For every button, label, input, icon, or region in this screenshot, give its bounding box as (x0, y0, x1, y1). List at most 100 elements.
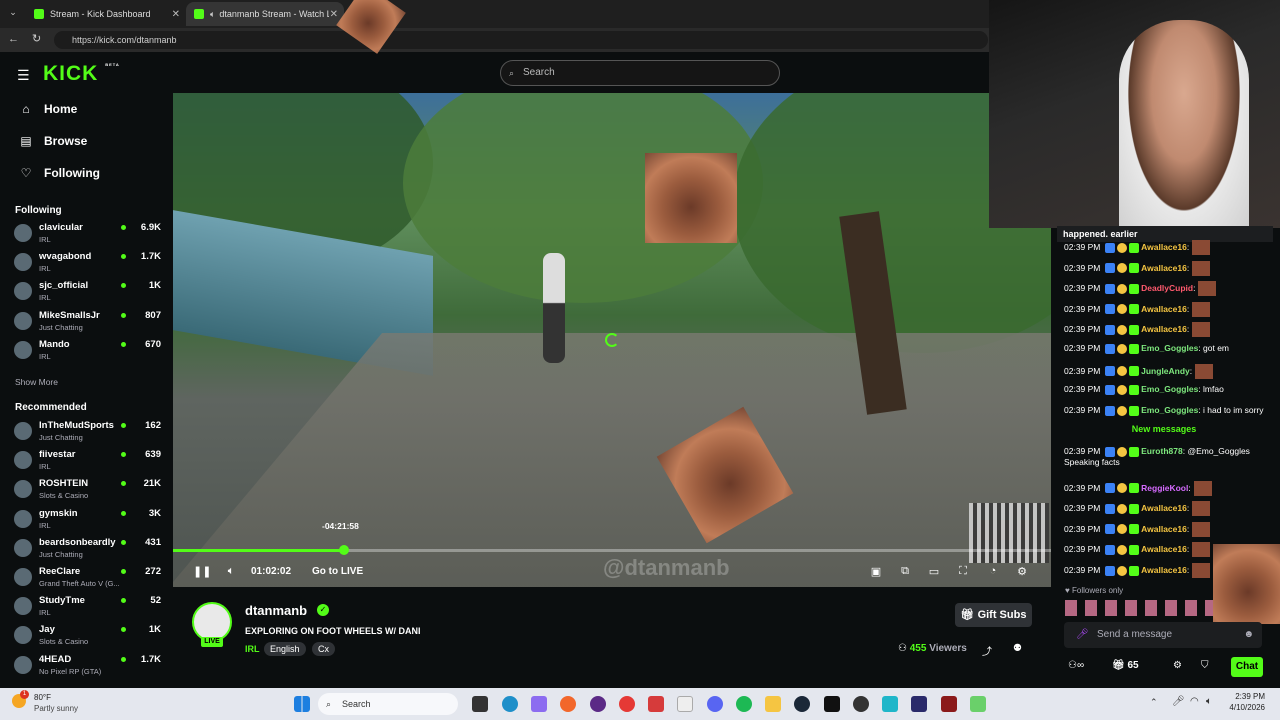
steam-icon[interactable] (794, 696, 810, 712)
clock-date[interactable]: 4/10/2026 (1219, 703, 1265, 712)
progress-bar[interactable] (173, 549, 1051, 552)
chat-message[interactable]: 02:39 PM Awallace16: (1064, 521, 1211, 537)
channel-row[interactable]: ReeClare Grand Theft Auto V (G... 272 (14, 564, 164, 592)
kick-logo[interactable]: KICK BETA (43, 62, 120, 86)
message-username[interactable]: Awallace16 (1141, 304, 1187, 314)
speed-icon[interactable]: ◔ (985, 565, 1001, 579)
show-more-link[interactable]: Show More (15, 377, 58, 387)
message-username[interactable]: Awallace16 (1141, 524, 1187, 534)
channel-name[interactable]: dtanmanb (245, 603, 307, 618)
chat-message[interactable]: 02:39 PM Awallace16: (1064, 542, 1211, 558)
volume-icon[interactable]: 🔈︎ (1206, 696, 1212, 707)
menu-icon[interactable]: ☰ (17, 67, 30, 84)
app-icon[interactable] (590, 696, 606, 712)
fx-icon[interactable] (911, 696, 927, 712)
chat-message[interactable]: 02:39 PM ReggieKool: (1064, 480, 1212, 496)
discord-icon[interactable] (707, 696, 723, 712)
weather-widget[interactable]: 1 80°F Partly sunny (12, 690, 102, 716)
nav-browse[interactable]: ▤ Browse (18, 134, 87, 148)
gift-subs-button[interactable]: 🎁︎ Gift Subs (955, 603, 1032, 627)
search-input[interactable]: ⌕ Search (500, 60, 780, 86)
share-icon[interactable]: ⤴ (982, 643, 992, 658)
emoji-icon[interactable]: ☻ (1243, 622, 1254, 648)
video-player[interactable]: @dtanmanb (173, 93, 1051, 587)
channel-row[interactable]: StudyTme IRL 52 (14, 593, 164, 621)
settings-gear-icon[interactable]: ⚙ (1014, 565, 1030, 579)
channel-row[interactable]: Jay Slots & Casino 1K (14, 622, 164, 650)
language-tag[interactable]: English (264, 642, 306, 656)
pause-icon[interactable]: ❚❚ (193, 565, 211, 579)
custom-tag[interactable]: Cx (312, 642, 335, 656)
chat-message[interactable]: 02:39 PM DeadlyCupid: (1064, 281, 1217, 297)
spotify-icon[interactable] (736, 696, 752, 712)
clock-time[interactable]: 2:39 PM (1225, 692, 1265, 701)
chat-users-icon[interactable]: ⚇∞ (1068, 660, 1084, 671)
category-link[interactable]: IRL (245, 644, 260, 654)
theater-mode-icon[interactable]: ▭ (926, 565, 942, 579)
message-username[interactable]: Emo_Goggles (1141, 405, 1198, 415)
chat-message[interactable]: 02:39 PM Emo_Goggles: i had to im sorry (1064, 405, 1263, 416)
music-icon[interactable] (677, 696, 693, 712)
chat-message[interactable]: 02:39 PM Emo_Goggles: lmfao (1064, 384, 1224, 395)
app-icon[interactable] (882, 696, 898, 712)
url-field[interactable]: https://kick.com/dtanmanb (54, 31, 988, 49)
send-message-input[interactable]: 🎤︎ Send a message ☻ (1064, 622, 1262, 648)
taskbar-search[interactable]: ⌕ Search (318, 693, 458, 715)
close-tab-icon[interactable]: ✕ (172, 9, 180, 20)
chrome-icon[interactable] (619, 696, 635, 712)
tab-dtanmanb-stream[interactable]: 🔈︎ dtanmanb Stream - Watch Li ✕ (186, 2, 344, 26)
edge-icon[interactable] (502, 696, 518, 712)
channel-row[interactable]: ROSHTEIN Slots & Casino 21K (14, 476, 164, 504)
channel-row[interactable]: MikeSmallsJr Just Chatting 807 (14, 308, 164, 336)
tab-kick-dashboard[interactable]: Stream - Kick Dashboard ✕ (26, 2, 186, 26)
firefox-icon[interactable] (560, 696, 576, 712)
tab-list-button[interactable]: ⌄ (6, 7, 20, 21)
wifi-icon[interactable]: ◠ (1190, 696, 1199, 707)
go-to-live-button[interactable]: Go to LIVE (312, 566, 363, 577)
channel-avatar[interactable] (192, 602, 232, 642)
chat-message[interactable]: 02:39 PM Emo_Goggles: got em (1064, 343, 1229, 354)
scrub-handle[interactable] (339, 545, 349, 555)
chat-message[interactable]: 02:39 PM JungleAndy: (1064, 363, 1214, 379)
channel-row[interactable]: Mando IRL 670 (14, 337, 164, 365)
points-display[interactable]: 🎁︎ 65 (1112, 660, 1139, 671)
chat-send-button[interactable]: Chat (1231, 657, 1263, 677)
message-username[interactable]: ReggieKool (1141, 482, 1188, 492)
app-icon[interactable] (648, 696, 664, 712)
nav-following[interactable]: ♡ Following (18, 166, 100, 180)
reload-icon[interactable]: ↻ (32, 32, 41, 45)
user-action-icon[interactable]: ⚉ (1013, 643, 1022, 654)
channel-row[interactable]: clavicular IRL 6.9K (14, 220, 164, 248)
miniplayer-icon[interactable]: ▣ (868, 565, 884, 579)
channel-row[interactable]: sjc_official IRL 1K (14, 278, 164, 306)
taskview-icon[interactable] (472, 696, 488, 712)
new-messages-divider[interactable]: New messages (1059, 424, 1269, 436)
channel-row[interactable]: fiivestar IRL 639 (14, 447, 164, 475)
chat-message[interactable]: 02:39 PM Awallace16: (1064, 563, 1211, 578)
message-username[interactable]: Awallace16 (1141, 565, 1187, 575)
channel-row[interactable]: beardsonbeardly Just Chatting 431 (14, 535, 164, 563)
emote-bar[interactable] (1065, 600, 1235, 616)
chat-message[interactable]: 02:39 PM Awallace16: (1064, 501, 1211, 517)
message-username[interactable]: Awallace16 (1141, 242, 1187, 252)
app-icon[interactable] (941, 696, 957, 712)
tray-chevron-icon[interactable]: ⌃ (1150, 697, 1158, 708)
message-username[interactable]: Awallace16 (1141, 544, 1187, 554)
back-icon[interactable]: ← (8, 33, 19, 45)
microphone-icon[interactable]: 🎤︎ (1076, 622, 1089, 648)
volume-icon[interactable]: 🔈︎ (223, 565, 239, 579)
explorer-icon[interactable] (765, 696, 781, 712)
copilot-icon[interactable] (531, 696, 547, 712)
chat-message[interactable]: 02:39 PM Euroth878: @Emo_Goggles Speaking… (1064, 446, 1250, 467)
message-username[interactable]: Euroth878 (1141, 446, 1183, 456)
message-username[interactable]: Awallace16 (1141, 324, 1187, 334)
fullscreen-icon[interactable]: ⛶ (955, 565, 971, 579)
chat-message[interactable]: 02:39 PM Awallace16: (1064, 260, 1211, 276)
message-username[interactable]: JungleAndy (1141, 365, 1190, 375)
chat-message[interactable]: 02:39 PM Awallace16: (1064, 240, 1211, 255)
app-icon[interactable] (824, 696, 840, 712)
message-username[interactable]: DeadlyCupid (1141, 283, 1193, 293)
clip-icon[interactable]: ⧉ (897, 565, 913, 579)
app-icon[interactable] (970, 696, 986, 712)
chat-message[interactable]: 02:39 PM Awallace16: (1064, 301, 1211, 317)
